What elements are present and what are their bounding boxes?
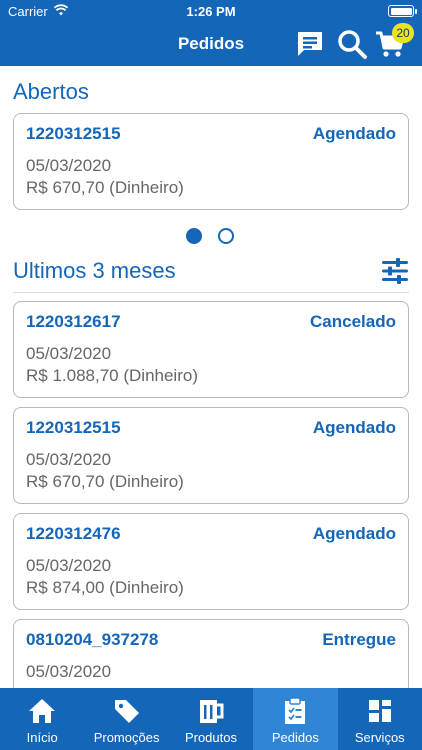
tab-label: Início: [26, 730, 58, 745]
tab-label: Produtos: [184, 730, 237, 745]
tab-servicos[interactable]: Serviços: [338, 688, 422, 750]
tab-label: Pedidos: [271, 730, 319, 745]
clock: 1:26 PM: [186, 4, 236, 19]
tab-inicio[interactable]: Início: [0, 688, 84, 750]
section-divider: [13, 292, 409, 293]
order-id: 1220312515: [26, 124, 121, 143]
order-id: 1220312515: [26, 418, 121, 437]
order-status: Agendado: [312, 124, 396, 143]
order-date: 05/03/2020: [26, 156, 112, 175]
navigation-bar: Pedidos: [0, 22, 422, 66]
orders-list[interactable]: Abertos 1220312515 Agendado 05/03/2020 R…: [0, 66, 422, 688]
order-id: 1220312476: [26, 524, 121, 543]
page-dot[interactable]: [218, 228, 234, 244]
tab-label: Serviços: [354, 730, 405, 745]
page-dot-active[interactable]: [186, 228, 202, 244]
tab-label: Promoções: [93, 730, 160, 745]
tab-promocoes[interactable]: Promoções: [84, 688, 168, 750]
clipboard-icon: [285, 697, 306, 724]
tag-icon: [114, 700, 139, 723]
order-card[interactable]: 0810204_937278 Entregue 05/03/2020: [13, 619, 409, 688]
filter-button[interactable]: [380, 256, 410, 286]
status-bar: Carrier 1:26 PM: [0, 0, 422, 22]
page-indicator[interactable]: [186, 228, 236, 244]
order-price: R$ 670,70 (Dinheiro): [26, 178, 184, 197]
tab-pedidos[interactable]: Pedidos: [253, 688, 338, 750]
cart-count-badge: 20: [392, 23, 414, 43]
order-card[interactable]: 1220312515 Agendado 05/03/2020 R$ 670,70…: [13, 407, 409, 504]
order-date: 05/03/2020: [26, 662, 112, 681]
order-card[interactable]: 1220312476 Agendado 05/03/2020 R$ 874,00…: [13, 513, 409, 610]
battery-icon: [388, 5, 414, 17]
order-status: Agendado: [312, 418, 396, 437]
home-icon: [29, 699, 56, 723]
order-status: Agendado: [312, 524, 396, 543]
order-date: 05/03/2020: [26, 556, 112, 575]
order-price: R$ 874,00 (Dinheiro): [26, 578, 184, 597]
search-button[interactable]: [336, 28, 368, 60]
order-status: Entregue: [322, 630, 396, 649]
search-icon: [338, 30, 367, 59]
tab-bar: Início Promoções Produtos Pedidos Serviç…: [0, 688, 422, 750]
order-status: Cancelado: [310, 312, 396, 331]
chat-icon: [298, 32, 322, 56]
order-price: R$ 670,70 (Dinheiro): [26, 472, 184, 491]
grid-icon: [368, 700, 391, 722]
order-date: 05/03/2020: [26, 450, 112, 469]
order-id: 0810204_937278: [26, 630, 159, 649]
section-title-open: Abertos: [13, 79, 89, 104]
order-id: 1220312617: [26, 312, 121, 331]
chat-button[interactable]: [294, 28, 326, 60]
order-date: 05/03/2020: [26, 344, 112, 363]
battery-tip: [415, 9, 417, 14]
mug-icon: [199, 700, 224, 723]
order-card[interactable]: 1220312617 Cancelado 05/03/2020 R$ 1.088…: [13, 301, 409, 398]
section-title-recent: Ultimos 3 meses: [13, 258, 176, 283]
open-order-card[interactable]: 1220312515 Agendado 05/03/2020 R$ 670,70…: [13, 113, 409, 210]
filter-sliders-icon: [382, 258, 408, 284]
order-price: R$ 1.088,70 (Dinheiro): [26, 366, 198, 385]
tab-produtos[interactable]: Produtos: [169, 688, 253, 750]
